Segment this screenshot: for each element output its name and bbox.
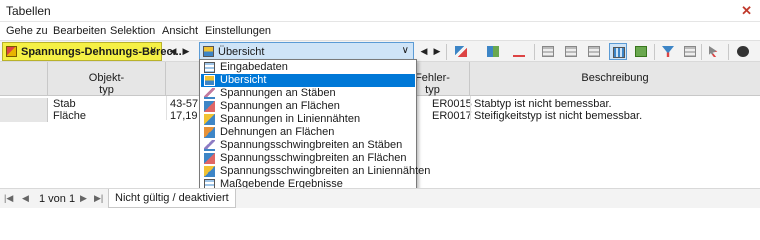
prev-module-button[interactable]: ◀ (167, 44, 179, 58)
surface-strain-icon (204, 127, 215, 138)
clear-cursor-icon (709, 46, 718, 57)
overview-icon (204, 75, 215, 86)
tab-nicht-gueltig[interactable]: Nicht gültig / deaktiviert (108, 189, 236, 208)
excel-icon (635, 46, 647, 57)
xxx-button[interactable] (510, 43, 528, 60)
dropdown-item-uebersicht[interactable]: Übersicht (201, 74, 415, 87)
funnel-icon (662, 46, 674, 57)
columns-icon (613, 47, 625, 58)
toolbar-separator (701, 44, 702, 60)
dropdown-item-spannungen-flaechen[interactable]: Spannungen an Flächen (201, 100, 415, 113)
menu-view[interactable]: Ansicht (162, 25, 198, 37)
table-view2-button[interactable] (562, 43, 580, 60)
line-weld-stress-range-icon (204, 166, 215, 177)
surface-stress-range-icon (204, 153, 215, 164)
page-indicator: 1 von 1 (39, 193, 76, 205)
row-header (0, 110, 48, 122)
filter-button[interactable] (452, 43, 470, 60)
surface-stress-icon (204, 101, 215, 112)
dropdown-item-eingabedaten[interactable]: Eingabedaten (201, 61, 415, 74)
help-button[interactable] (734, 43, 752, 60)
cell-beschreibung: Steifigkeitstyp ist nicht bemessbar. (474, 110, 643, 122)
cell-objekttyp: Stab (53, 98, 76, 110)
table-view3-button[interactable] (585, 43, 603, 60)
menu-edit[interactable]: Bearbeiten (53, 25, 106, 37)
filter-funnel-button[interactable] (659, 43, 677, 60)
next-view-button[interactable]: ▶ (431, 44, 443, 58)
table-icon (542, 46, 554, 57)
line-weld-stress-icon (204, 114, 215, 125)
prev-view-button[interactable]: ◀ (418, 44, 430, 58)
dropdown-item-label: Spannungen in Liniennähten (220, 113, 361, 125)
table-view-button[interactable] (539, 43, 557, 60)
dropdown-item-label: Spannungen an Stäben (220, 87, 336, 99)
view-combo-label: Übersicht (218, 46, 265, 58)
member-stress-range-icon (204, 140, 215, 151)
toolbar-separator (446, 44, 447, 60)
menu-selection[interactable]: Selektion (110, 25, 155, 37)
first-page-icon[interactable]: |◀ (4, 193, 13, 204)
last-page-icon[interactable]: ▶| (94, 193, 103, 204)
dropdown-item-label: Spannungsschwingbreiten an Liniennähten (220, 165, 431, 177)
view-dropdown-list: Eingabedaten Übersicht Spannungen an Stä… (199, 59, 430, 191)
dropdown-item-label: Dehnungen an Flächen (220, 126, 335, 138)
columns-button[interactable] (609, 43, 627, 60)
module-combo[interactable]: Spannungs-Dehnungs-Berec... ∨ (2, 42, 182, 61)
close-icon[interactable]: ✕ (741, 3, 752, 19)
cell-nr: 17,19 (170, 110, 198, 122)
column-divider (470, 96, 471, 120)
row-header (0, 98, 48, 110)
cell-fehlertyp: ER0017 (432, 110, 472, 122)
menu-settings[interactable]: Einstellungen (205, 25, 271, 37)
clear-selection-button[interactable] (706, 43, 724, 60)
dropdown-item-label: Spannungsschwingbreiten an Flächen (220, 152, 407, 164)
xxx-icon (513, 46, 525, 57)
dropdown-item-label: Spannungen an Flächen (220, 100, 340, 112)
menu-goto[interactable]: Gehe zu (6, 25, 48, 37)
dropdown-item-schwingbreiten-flaechen[interactable]: Spannungsschwingbreiten an Flächen (201, 152, 415, 165)
module-icon (6, 46, 17, 57)
filter-arrow-icon (455, 46, 467, 57)
select-button[interactable] (484, 43, 502, 60)
toolbar-separator (654, 44, 655, 60)
next-page-icon[interactable]: ▶ (80, 193, 87, 204)
cell-nr: 43-57, (170, 98, 202, 110)
module-combo-label: Spannungs-Dehnungs-Berec... (21, 46, 182, 58)
input-data-icon (204, 62, 215, 73)
overview-icon (203, 46, 214, 57)
cell-fehlertyp: ER0015 (432, 98, 472, 110)
cell-objekttyp: Fläche (53, 110, 87, 122)
column-header-beschreibung[interactable]: Beschreibung (470, 62, 760, 96)
menu-bar: Gehe zu Bearbeiten Selektion Ansicht Ein… (0, 22, 760, 40)
table-filter-button[interactable] (681, 43, 699, 60)
title-bar: Tabellen ✕ (0, 0, 760, 22)
dropdown-item-label: Eingabedaten (220, 61, 288, 73)
dropdown-item-spannungen-liniennaehten[interactable]: Spannungen in Liniennähten (201, 113, 415, 126)
row-header-corner (0, 62, 48, 96)
status-bar: |◀ ◀ 1 von 1 ▶ ▶| Nicht gültig / deaktiv… (0, 188, 760, 208)
dropdown-item-schwingbreiten-liniennaehten[interactable]: Spannungsschwingbreiten an Liniennähten (201, 165, 430, 178)
dropdown-item-label: Spannungsschwingbreiten an Stäben (220, 139, 403, 151)
member-stress-icon (204, 88, 215, 99)
help-icon (737, 46, 749, 57)
cell-beschreibung: Stabtyp ist nicht bemessbar. (474, 98, 612, 110)
chevron-down-icon: ∨ (149, 45, 157, 56)
dropdown-item-schwingbreiten-staeben[interactable]: Spannungsschwingbreiten an Stäben (201, 139, 415, 152)
chevron-down-icon: ∨ (401, 45, 409, 56)
dropdown-item-dehnungen-flaechen[interactable]: Dehnungen an Flächen (201, 126, 415, 139)
dropdown-item-spannungen-staeben[interactable]: Spannungen an Stäben (201, 87, 415, 100)
toolbar-separator (728, 44, 729, 60)
toolbar-separator (534, 44, 535, 60)
next-module-button[interactable]: ▶ (180, 44, 192, 58)
export-button[interactable] (632, 43, 650, 60)
window-title: Tabellen (6, 4, 51, 18)
table-icon (684, 46, 696, 57)
table-icon (588, 46, 600, 57)
select-arrows-icon (487, 46, 499, 57)
column-header-objekttyp[interactable]: Objekt- typ (48, 62, 166, 96)
prev-page-icon[interactable]: ◀ (22, 193, 29, 204)
dropdown-item-label: Übersicht (220, 74, 267, 86)
column-divider (166, 96, 167, 120)
table-icon (565, 46, 577, 57)
